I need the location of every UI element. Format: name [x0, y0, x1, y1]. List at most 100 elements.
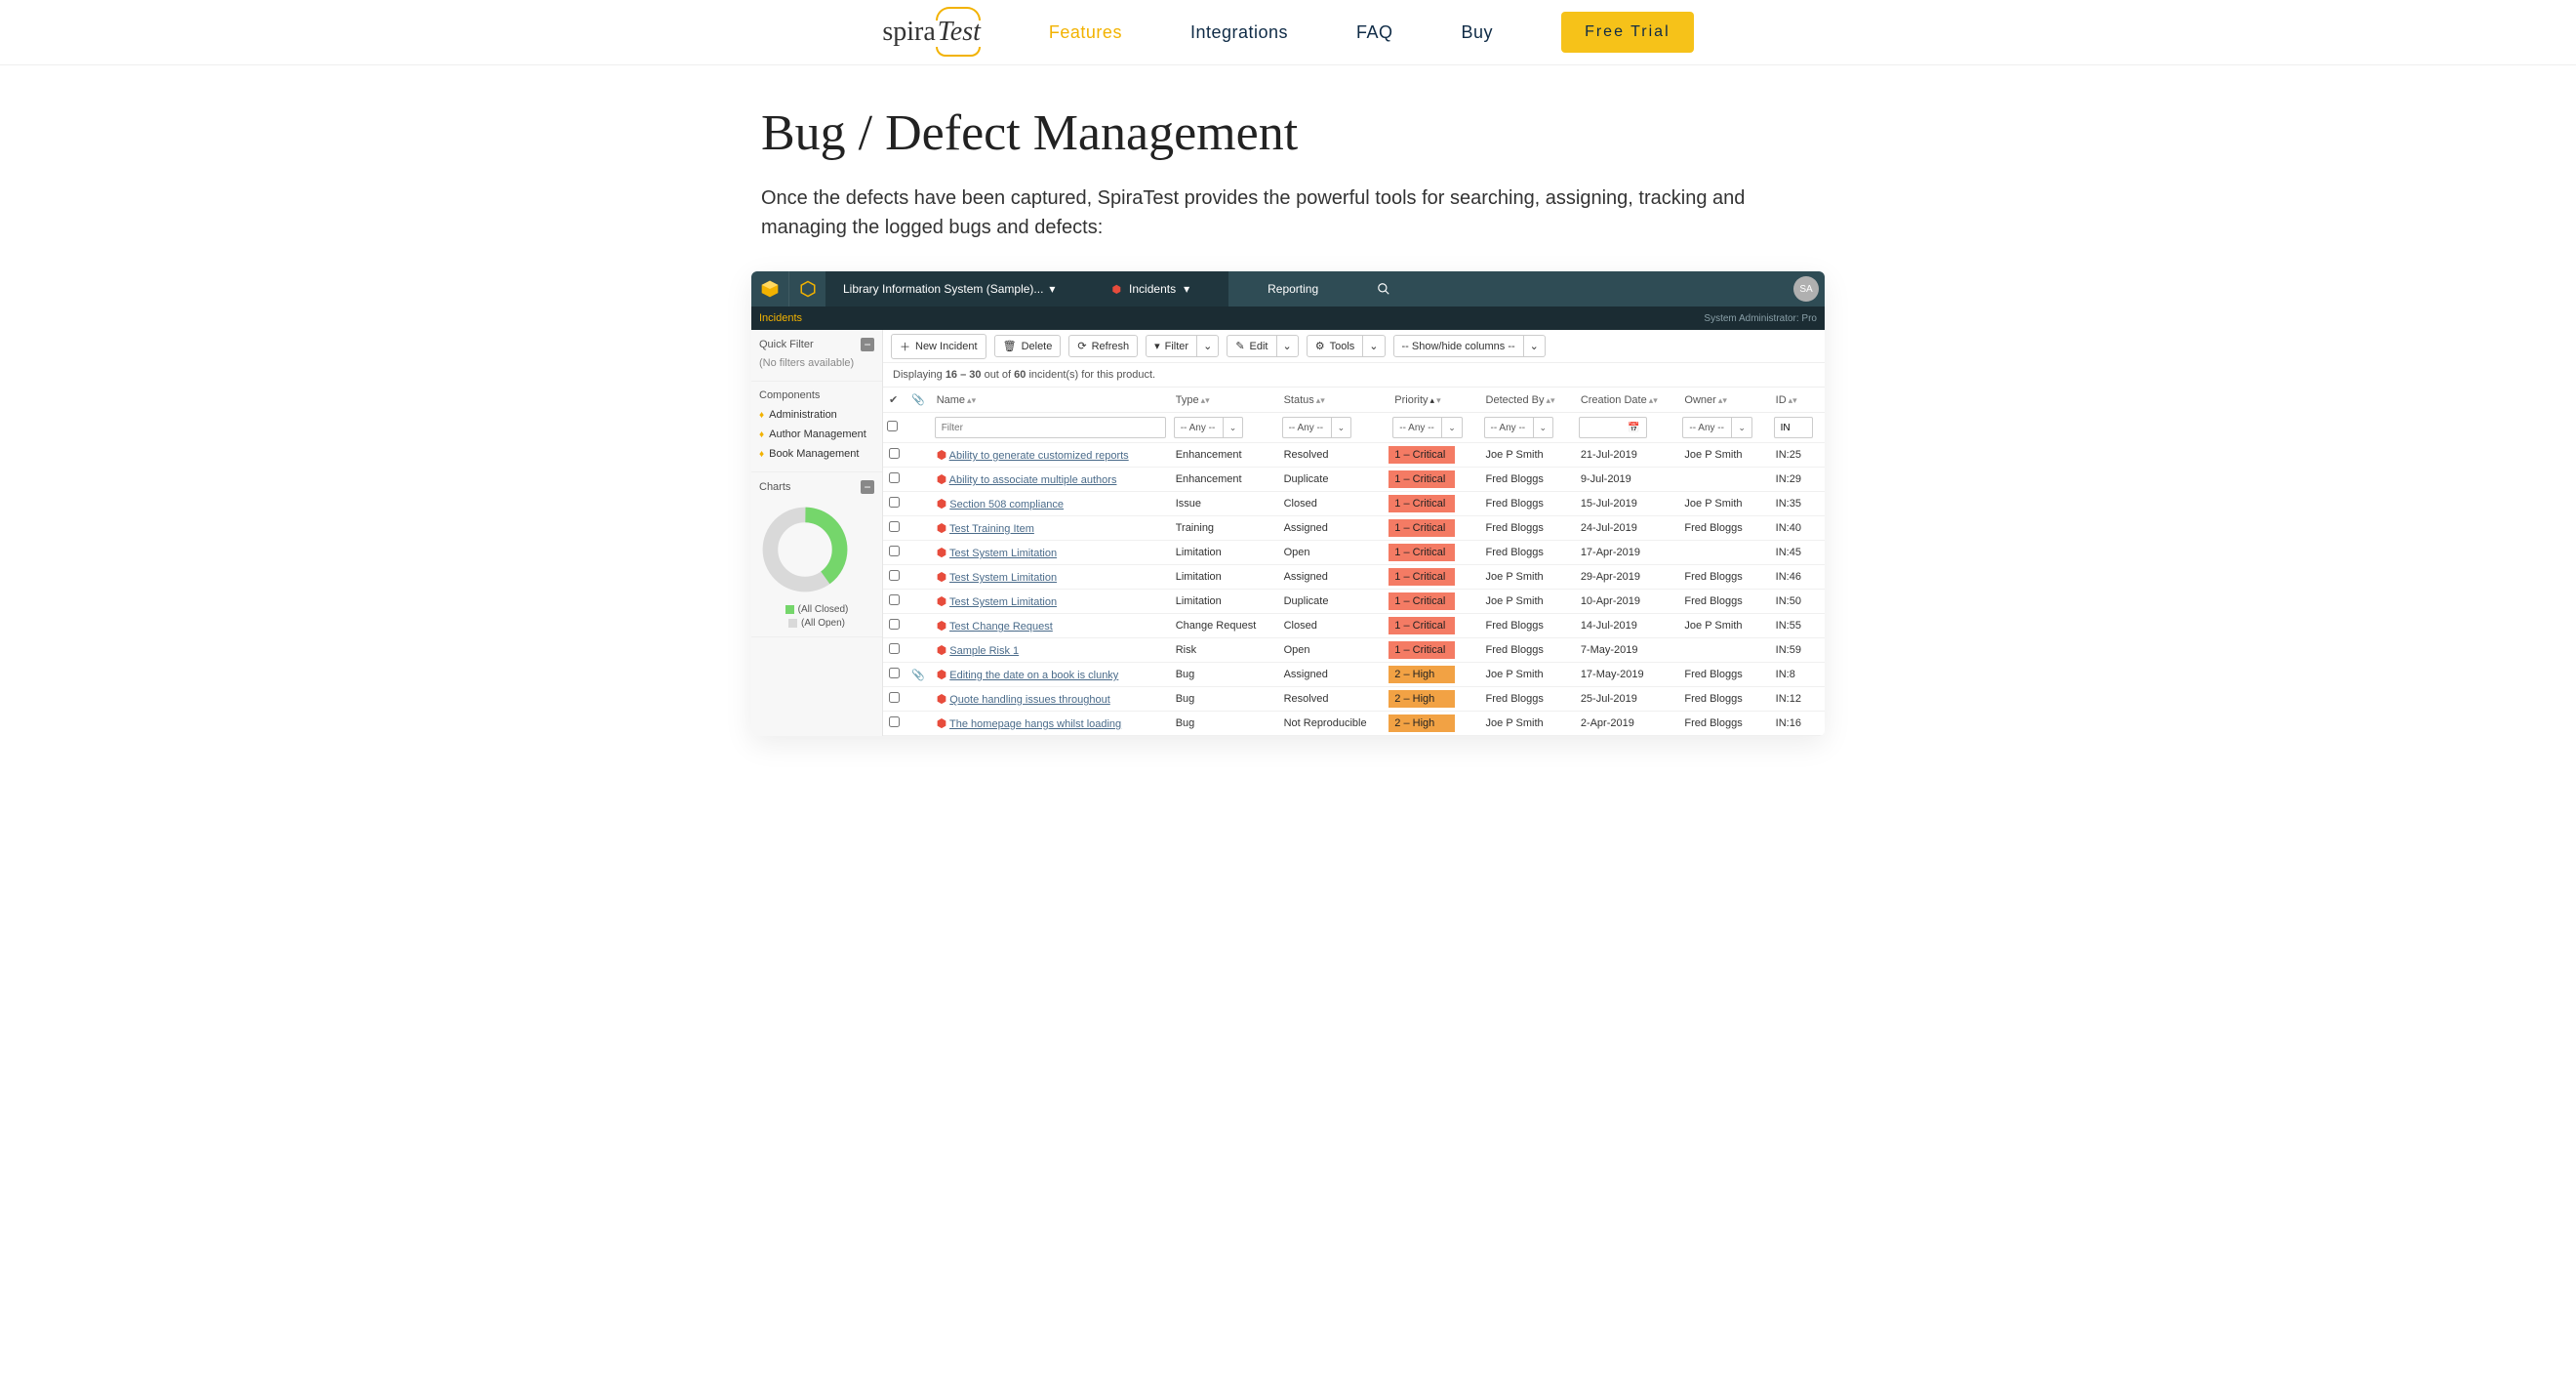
cell-detected: Fred Bloggs	[1480, 516, 1575, 541]
refresh-button[interactable]: ⟳Refresh	[1068, 335, 1138, 357]
row-checkbox[interactable]	[889, 668, 900, 678]
shield-icon: ⬢	[937, 570, 946, 584]
cell-status: Duplicate	[1278, 590, 1389, 614]
filter-button[interactable]: ▾Filter	[1146, 335, 1197, 357]
filter-type-select[interactable]: -- Any --⌄	[1174, 417, 1244, 438]
cell-owner: Joe P Smith	[1678, 443, 1769, 468]
donut-chart	[759, 504, 851, 595]
priority-badge: 2 – High	[1389, 714, 1455, 732]
row-checkbox[interactable]	[889, 692, 900, 703]
incident-link[interactable]: Ability to generate customized reports	[949, 450, 1129, 462]
sidebar-item-book[interactable]: ♦Book Management	[759, 444, 874, 464]
edit-dropdown[interactable]: ⌄	[1277, 335, 1299, 357]
app-subbar: Incidents System Administrator: Pro	[751, 306, 1825, 330]
col-detected[interactable]: Detected By▴▾	[1480, 388, 1575, 413]
nav-faq[interactable]: FAQ	[1356, 22, 1393, 43]
col-status[interactable]: Status▴▾	[1278, 388, 1389, 413]
collapse-button[interactable]: −	[861, 338, 874, 351]
cell-owner: Fred Bloggs	[1678, 663, 1769, 687]
priority-badge: 1 – Critical	[1389, 470, 1455, 488]
cell-id: IN:55	[1770, 614, 1825, 638]
logo-text-a: spira	[882, 17, 935, 48]
main-panel: ＋New Incident 🗑Delete ⟳Refresh ▾Filter ⌄…	[883, 330, 1825, 736]
incident-link[interactable]: Test System Limitation	[949, 596, 1057, 608]
col-priority[interactable]: Priority▴▾	[1389, 388, 1479, 413]
col-type[interactable]: Type▴▾	[1170, 388, 1278, 413]
delete-button[interactable]: 🗑Delete	[994, 335, 1062, 357]
row-checkbox[interactable]	[889, 448, 900, 459]
edit-button[interactable]: ✎Edit	[1227, 335, 1276, 357]
tools-dropdown[interactable]: ⌄	[1363, 335, 1385, 357]
filter-status-select[interactable]: -- Any --⌄	[1282, 417, 1352, 438]
nav-integrations[interactable]: Integrations	[1190, 22, 1288, 43]
cell-date: 15-Jul-2019	[1575, 492, 1679, 516]
filter-owner-select[interactable]: -- Any --⌄	[1682, 417, 1752, 438]
free-trial-button[interactable]: Free Trial	[1561, 12, 1694, 53]
col-name[interactable]: Name▴▾	[931, 388, 1170, 413]
incident-link[interactable]: Ability to associate multiple authors	[949, 474, 1117, 486]
row-checkbox[interactable]	[889, 570, 900, 581]
cell-date: 2-Apr-2019	[1575, 712, 1679, 736]
incident-link[interactable]: The homepage hangs whilst loading	[949, 718, 1121, 730]
incident-link[interactable]: Test Change Request	[949, 621, 1053, 633]
nav-features[interactable]: Features	[1049, 22, 1122, 43]
incident-link[interactable]: Test System Limitation	[949, 548, 1057, 559]
row-checkbox[interactable]	[889, 546, 900, 556]
incident-link[interactable]: Test System Limitation	[949, 572, 1057, 584]
nav-buy[interactable]: Buy	[1462, 22, 1494, 43]
columns-dropdown[interactable]: ⌄	[1524, 335, 1546, 357]
new-incident-button[interactable]: ＋New Incident	[891, 334, 986, 359]
incident-link[interactable]: Section 508 compliance	[949, 499, 1064, 510]
row-checkbox[interactable]	[889, 643, 900, 654]
result-count: Displaying 16 – 30 out of 60 incident(s)…	[883, 363, 1825, 388]
filter-dropdown[interactable]: ⌄	[1197, 335, 1219, 357]
filter-date-picker[interactable]: 📅	[1579, 417, 1647, 438]
table-row: ⬢ The homepage hangs whilst loadingBugNo…	[883, 712, 1825, 736]
tab-incidents[interactable]: ⬢ Incidents ▾	[1072, 271, 1228, 306]
sidebar-item-administration[interactable]: ♦Administration	[759, 405, 874, 425]
home-cube-icon[interactable]	[751, 271, 788, 306]
avatar[interactable]: SA	[1793, 276, 1819, 302]
breadcrumb[interactable]: Incidents	[759, 312, 802, 324]
collapse-button[interactable]: −	[861, 480, 874, 494]
col-created[interactable]: Creation Date▴▾	[1575, 388, 1679, 413]
tools-button[interactable]: ⚙Tools	[1307, 335, 1364, 357]
incident-link[interactable]: Quote handling issues throughout	[949, 694, 1110, 706]
row-checkbox[interactable]	[889, 472, 900, 483]
col-id[interactable]: ID▴▾	[1770, 388, 1825, 413]
select-all-checkbox[interactable]	[887, 421, 898, 431]
cell-status: Closed	[1278, 492, 1389, 516]
sort-icon: ▾	[1436, 395, 1441, 405]
col-owner[interactable]: Owner▴▾	[1678, 388, 1769, 413]
tab-reporting[interactable]: Reporting	[1228, 271, 1357, 306]
filter-detected-select[interactable]: -- Any --⌄	[1484, 417, 1554, 438]
cell-date: 21-Jul-2019	[1575, 443, 1679, 468]
priority-badge: 1 – Critical	[1389, 568, 1455, 586]
sidebar-item-author[interactable]: ♦Author Management	[759, 425, 874, 444]
row-checkbox[interactable]	[889, 594, 900, 605]
incident-link[interactable]: Sample Risk 1	[949, 645, 1019, 657]
filter-priority-select[interactable]: -- Any --⌄	[1392, 417, 1463, 438]
row-checkbox[interactable]	[889, 521, 900, 532]
search-button[interactable]	[1357, 271, 1410, 306]
paperclip-icon: 📎	[911, 394, 925, 406]
row-checkbox[interactable]	[889, 497, 900, 508]
cell-detected: Fred Bloggs	[1480, 492, 1575, 516]
project-selector[interactable]: Library Information System (Sample)... ▾	[825, 271, 1072, 306]
filter-id-input[interactable]	[1774, 417, 1813, 438]
incident-link[interactable]: Editing the date on a book is clunky	[949, 670, 1118, 681]
shield-icon: ⬢	[937, 497, 946, 510]
shield-icon: ⬢	[937, 546, 946, 559]
legend-swatch-open	[788, 619, 797, 628]
brand-logo[interactable]: spira Test	[882, 17, 981, 48]
incident-link[interactable]: Test Training Item	[949, 523, 1034, 535]
row-checkbox[interactable]	[889, 716, 900, 727]
workspace-hex-icon[interactable]	[788, 271, 825, 306]
row-checkbox[interactable]	[889, 619, 900, 630]
cell-owner: Joe P Smith	[1678, 492, 1769, 516]
columns-select[interactable]: -- Show/hide columns --	[1393, 335, 1524, 357]
shield-icon: ⬢	[937, 692, 946, 706]
sort-icon: ▴	[1430, 395, 1435, 405]
filter-name-input[interactable]	[935, 417, 1166, 438]
cell-status: Assigned	[1278, 565, 1389, 590]
